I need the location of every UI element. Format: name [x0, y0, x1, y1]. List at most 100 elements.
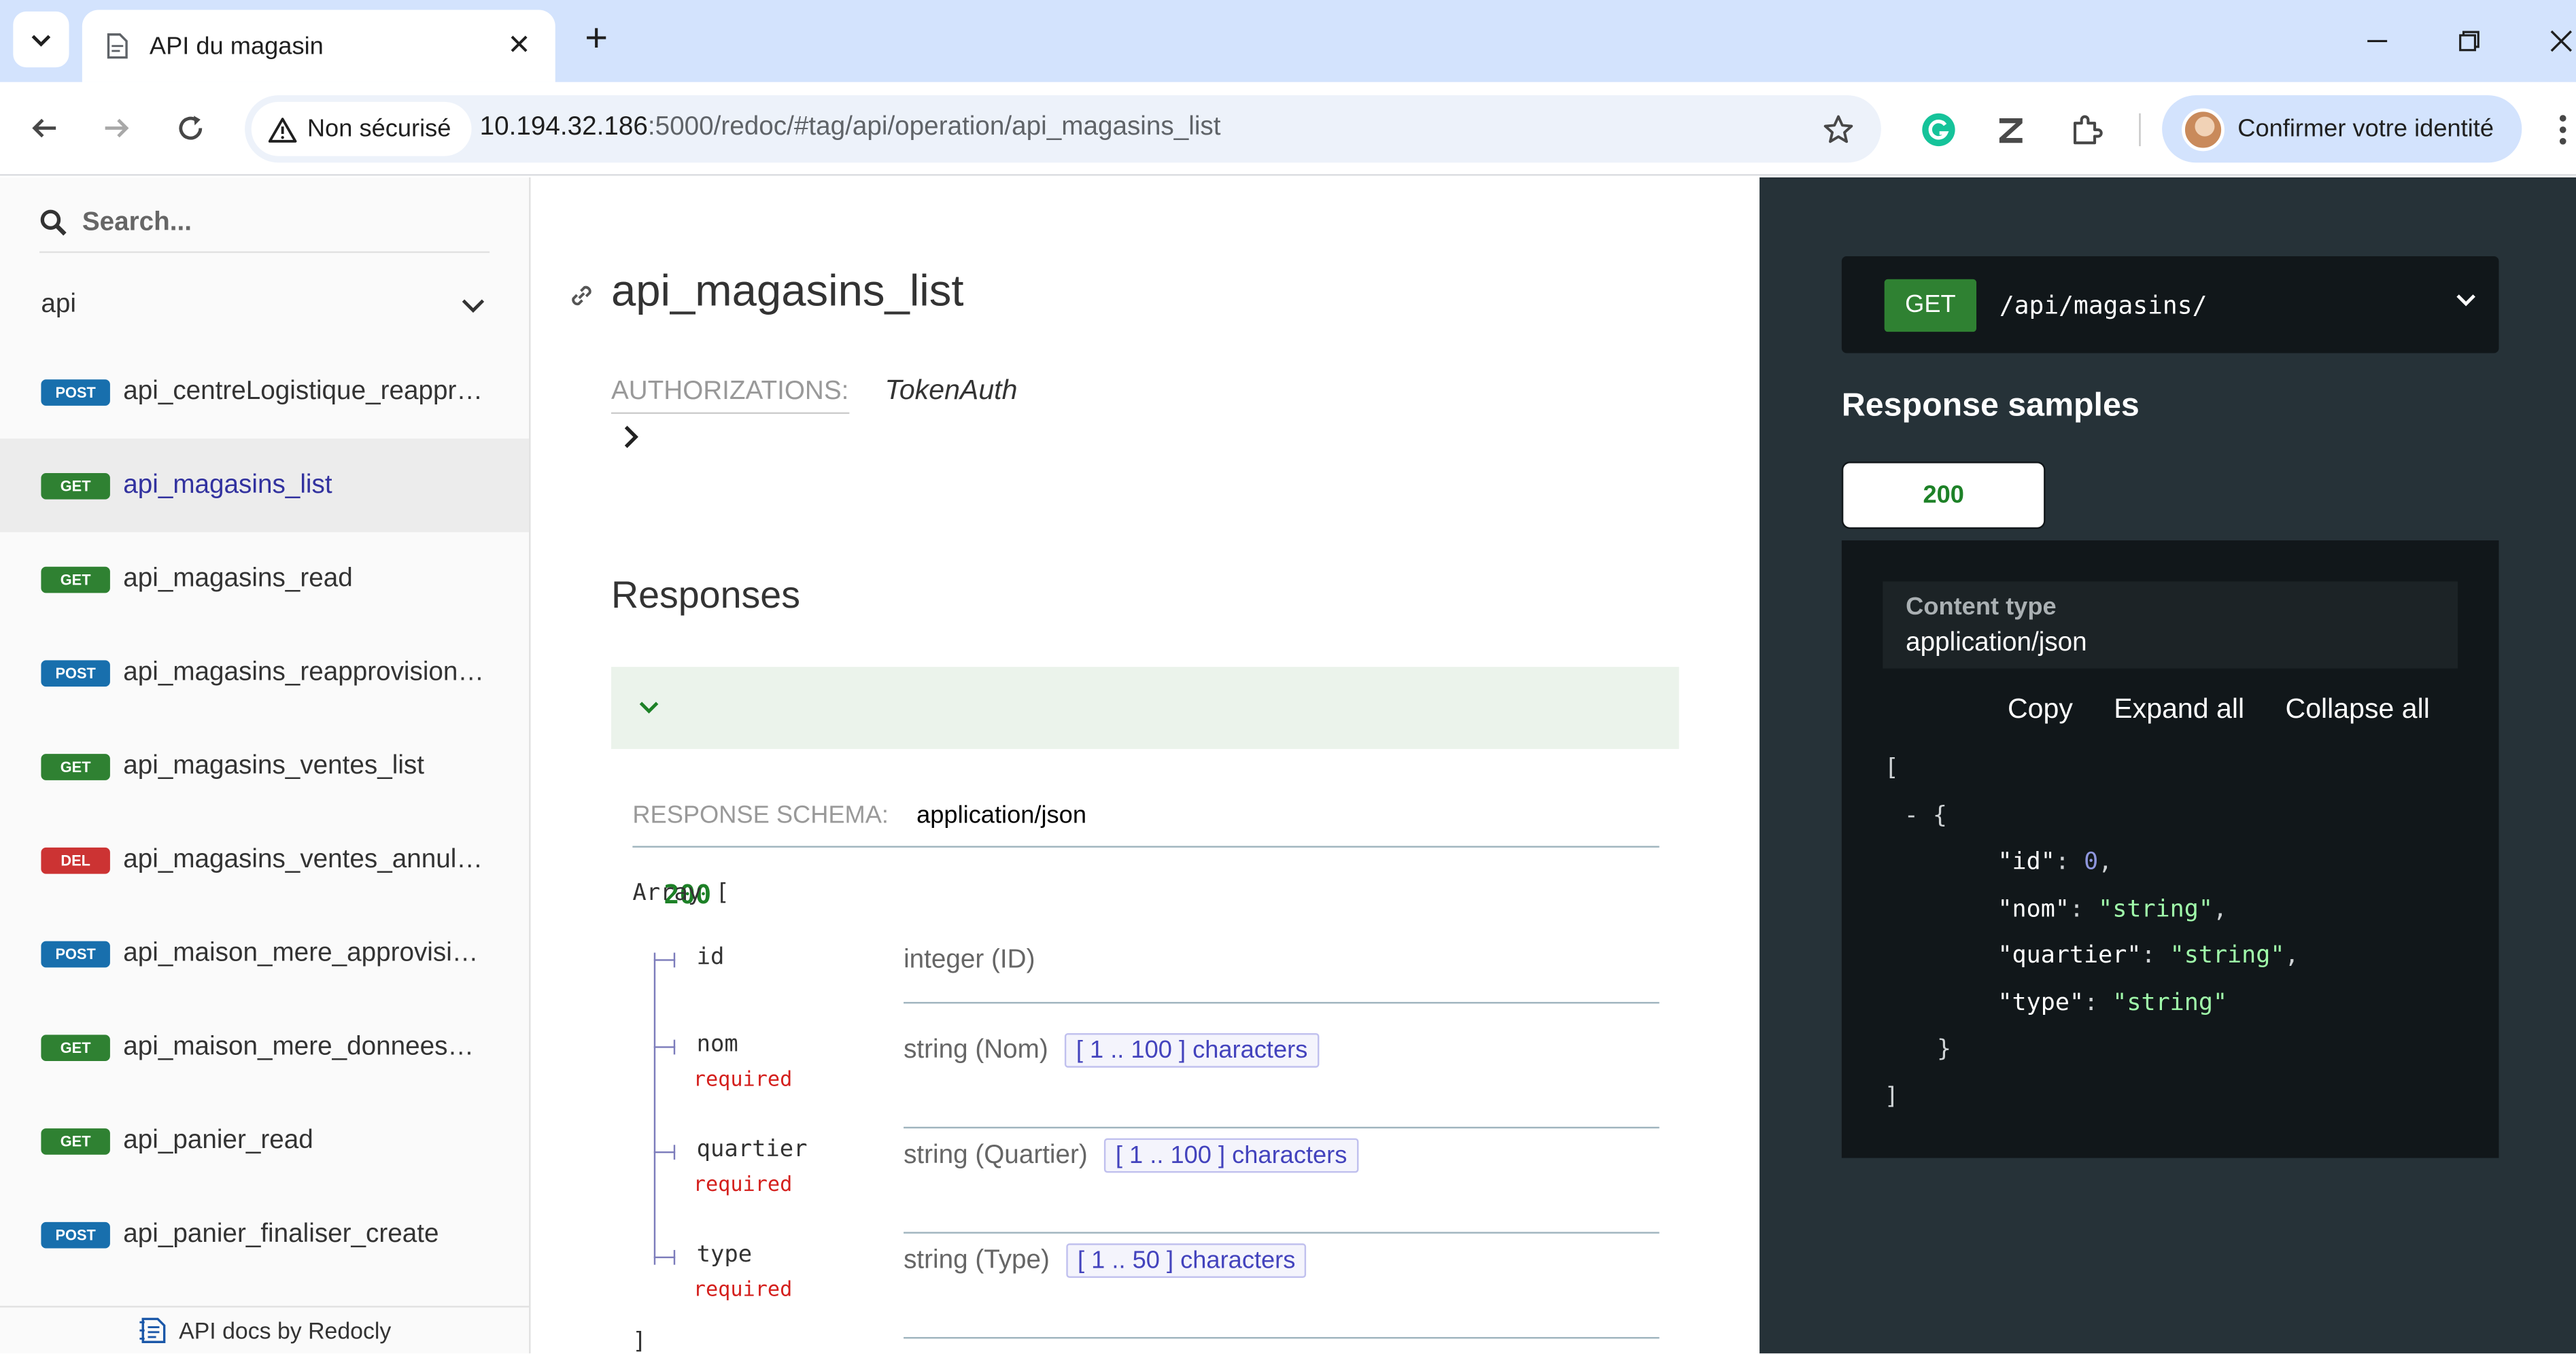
property-divider — [904, 1002, 1660, 1004]
method-badge: POST — [41, 659, 110, 686]
property-required: required — [693, 1170, 793, 1196]
restore-icon[interactable] — [2445, 16, 2494, 65]
array-close: ] — [632, 1328, 647, 1354]
collapse-all-button[interactable]: Collapse all — [2286, 693, 2430, 726]
tree-branch — [653, 952, 676, 968]
property-required: required — [693, 1276, 793, 1301]
profile-label: Confirmer votre identité — [2237, 115, 2494, 143]
powered-by-redocly[interactable]: API docs by Redocly — [0, 1306, 530, 1353]
json-sample: [- {"id": 0, "nom": "string", "quartier": … — [1885, 746, 2299, 1120]
address-toolbar: Non sécurisé 10.194.32.186:5000/redoc/#t… — [0, 82, 2576, 176]
sidebar-item[interactable]: POST api_centreLogistique_reappr… — [0, 345, 529, 438]
sidebar-item-label: api_magasins_list — [123, 470, 332, 499]
browser-tab[interactable]: API du magasin ✕ — [82, 10, 555, 82]
profile-button[interactable]: Confirmer votre identité — [2162, 95, 2522, 163]
copy-button[interactable]: Copy — [2008, 693, 2073, 726]
endpoint-path: /api/magasins/ — [1999, 290, 2208, 320]
method-badge: GET — [41, 1127, 110, 1154]
chevron-down-icon — [462, 299, 485, 313]
url-path: :5000/redoc/#tag/api/operation/api_magas… — [647, 113, 1221, 141]
authorizations-label: AUTHORIZATIONS: — [611, 378, 849, 414]
forward-arrow-icon[interactable] — [92, 103, 141, 152]
chevron-right-icon[interactable] — [621, 423, 640, 450]
property-constraint: [ 1 .. 50 ] characters — [1066, 1243, 1307, 1279]
json-item-close: } — [1937, 1036, 1952, 1063]
json-field-line: "type": "string" — [1885, 979, 2299, 1026]
tab-response-200[interactable]: 200 — [1841, 462, 2046, 530]
star-icon[interactable] — [1819, 110, 1858, 150]
json-colon: : — [2084, 989, 2113, 1016]
sidebar-item-label: api_maison_mere_donnees… — [123, 1032, 475, 1060]
json-value: "string" — [2169, 943, 2285, 969]
response-schema-header: RESPONSE SCHEMA: application/json — [632, 801, 1660, 848]
plus-icon[interactable]: + — [572, 16, 621, 65]
response-sample-box: Content type application/json Copy Expan… — [1841, 540, 2499, 1158]
right-panel: GET /api/magasins/ Response samples 200 … — [1759, 177, 2576, 1354]
json-value: "string" — [2112, 989, 2228, 1016]
extensions-icon[interactable] — [2065, 108, 2108, 151]
sidebar-item[interactable]: DEL api_magasins_ventes_annul… — [0, 813, 529, 907]
sidebar: api POST api_centreLogistique_reappr… GET a… — [0, 177, 531, 1354]
schema-tree-line — [653, 952, 656, 1265]
property-type-row: string (Nom) [ 1 .. 100 ] characters — [904, 1032, 1320, 1068]
property-type-row: string (Quartier) [ 1 .. 100 ] characters — [904, 1138, 1359, 1173]
property-type: string (Nom) — [904, 1035, 1048, 1064]
json-separator: , — [2212, 896, 2228, 922]
security-chip[interactable]: Non sécurisé — [251, 101, 471, 156]
json-field-line: "id": 0, — [1885, 839, 2299, 886]
sidebar-item[interactable]: POST api_panier_finaliser_create — [0, 1187, 529, 1281]
endpoint-selector[interactable]: GET /api/magasins/ — [1841, 256, 2499, 353]
property-type-row: integer (ID) — [904, 946, 1035, 975]
operation-title-text: api_magasins_list — [611, 266, 964, 315]
sidebar-item[interactable]: GET api_magasins_read — [0, 532, 529, 626]
browser-window: API du magasin ✕ + Non sécurisé 10.194.3… — [0, 0, 2576, 1354]
sidebar-group-api[interactable]: api — [0, 264, 529, 347]
json-colon: : — [2141, 943, 2170, 969]
property-divider — [904, 1232, 1660, 1234]
sidebar-item-label: api_maison_mere_approvisi… — [123, 939, 479, 967]
tab-search-icon[interactable] — [13, 11, 69, 68]
response-schema-type: application/json — [916, 801, 1086, 830]
omnibox[interactable]: Non sécurisé 10.194.32.186:5000/redoc/#t… — [245, 95, 1881, 163]
sidebar-item[interactable]: GET api_panier_read — [0, 1094, 529, 1187]
array-open: Array [ — [632, 880, 729, 907]
json-value: 0 — [2084, 849, 2099, 875]
response-200-toggle[interactable]: 200 — [611, 667, 1679, 910]
sidebar-item[interactable]: POST api_maison_mere_approvisi… — [0, 907, 529, 1001]
tree-branch — [653, 1039, 676, 1055]
sidebar-group-label: api — [41, 290, 77, 319]
sidebar-item[interactable]: POST api_magasins_reapprovision… — [0, 626, 529, 720]
property-name: type — [696, 1241, 753, 1268]
sidebar-item[interactable]: GET api_maison_mere_donnees… — [0, 1001, 529, 1094]
expand-all-button[interactable]: Expand all — [2114, 693, 2244, 726]
url-text[interactable]: 10.194.32.186:5000/redoc/#tag/api/operat… — [480, 114, 1221, 143]
property-type: string (Quartier) — [904, 1141, 1088, 1169]
search-icon — [40, 209, 67, 236]
json-field-line: "nom": "string", — [1885, 886, 2299, 933]
kebab-menu-icon[interactable] — [2549, 108, 2576, 151]
sidebar-item[interactable]: GET api_magasins_list — [0, 438, 530, 532]
link-icon[interactable] — [567, 281, 596, 310]
grammarly-icon[interactable] — [1917, 108, 1960, 151]
sample-actions: Copy Expand all Collapse all — [2008, 693, 2430, 726]
sidebar-item-label: api_panier_read — [123, 1126, 313, 1154]
sidebar-item-label: api_centreLogistique_reappr… — [123, 377, 483, 405]
close-icon[interactable]: ✕ — [502, 29, 535, 62]
operation-content: api_magasins_list AUTHORIZATIONS: TokenA… — [530, 177, 1760, 1354]
json-separator: , — [2284, 943, 2299, 969]
method-badge: DEL — [41, 846, 110, 873]
close-window-icon[interactable] — [2537, 16, 2576, 65]
search-input[interactable] — [82, 207, 460, 238]
minimize-icon[interactable] — [2352, 16, 2401, 65]
sidebar-item-label: api_magasins_ventes_list — [123, 751, 424, 780]
sidebar-item[interactable]: GET api_magasins_ventes_list — [0, 719, 529, 813]
back-arrow-icon[interactable] — [20, 103, 69, 152]
json-bracket-open: [ — [1884, 755, 1899, 782]
redocly-logo-icon — [139, 1317, 166, 1343]
json-bracket-close: ] — [1884, 1083, 1899, 1110]
json-item-toggle[interactable]: - { — [1885, 793, 2299, 839]
method-badge: POST — [41, 379, 110, 405]
json-key: "quartier" — [1997, 943, 2142, 969]
reload-icon[interactable] — [166, 103, 215, 152]
zotero-icon[interactable] — [1989, 108, 2032, 151]
